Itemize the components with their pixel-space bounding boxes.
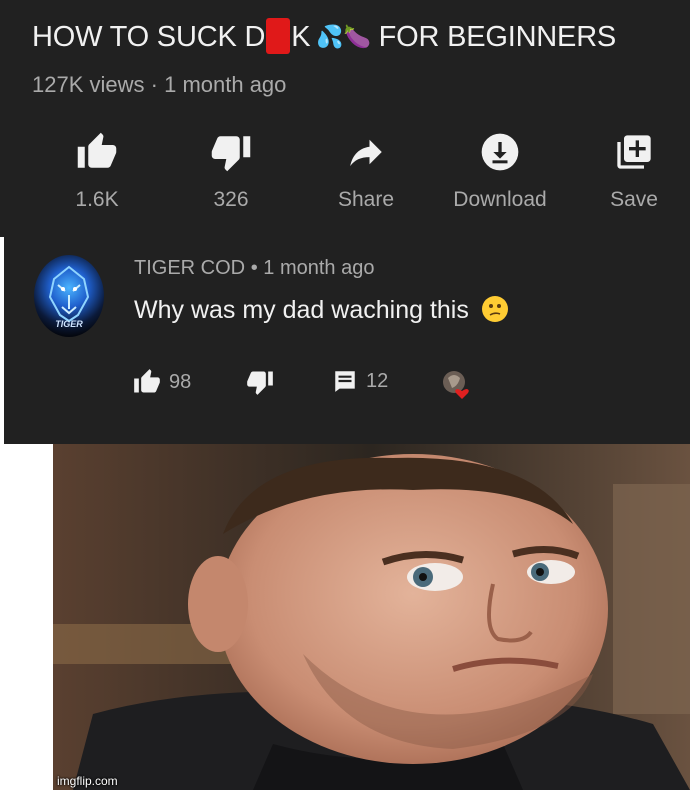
comment-like-count: 98 <box>169 370 192 393</box>
imgflip-watermark: imgflip.com <box>57 774 118 788</box>
title-emoji: 💦🍆 <box>316 24 371 49</box>
thumbs-down-icon <box>211 136 251 172</box>
reaction-photo: imgflip.com <box>53 444 690 790</box>
header-dot: • <box>250 257 258 279</box>
comment-dislike-button[interactable] <box>246 368 274 396</box>
creator-heart-icon <box>443 371 469 399</box>
comment-reply-count: 12 <box>366 369 389 392</box>
confused-face-emoji-icon <box>481 296 508 322</box>
download-button[interactable]: Download <box>440 128 560 212</box>
reply-comment-icon <box>335 371 355 392</box>
share-label: Share <box>337 188 395 211</box>
video-meta: 127K views · 1 month ago <box>32 72 286 98</box>
reaction-face-illustration <box>53 444 690 790</box>
commenter-avatar[interactable]: TIGER <box>34 255 104 337</box>
comment-age: 1 month ago <box>263 257 375 279</box>
comment-body: Why was my dad waching this <box>134 296 508 325</box>
title-text-mid: K <box>291 21 311 53</box>
like-count: 1.6K <box>75 188 119 211</box>
download-label: Download <box>453 188 547 211</box>
download-icon <box>481 133 519 171</box>
comment-text: Why was my dad waching this <box>134 296 469 324</box>
video-title: HOW TO SUCK D K 💦🍆 FOR BEGINNERS <box>32 18 616 54</box>
creator-heart <box>442 368 470 402</box>
save-label: Save <box>610 188 658 211</box>
censor-bar <box>266 18 291 54</box>
comment-like-button[interactable]: 98 <box>133 368 191 396</box>
upload-age: 1 month ago <box>164 72 287 97</box>
avatar-caption: TIGER <box>55 319 83 329</box>
comment-replies-button[interactable]: 12 <box>332 368 388 394</box>
thumbs-up-icon <box>134 369 160 393</box>
share-icon <box>350 139 382 166</box>
comment-header: TIGER COD • 1 month ago <box>134 257 374 280</box>
dislike-count: 326 <box>213 188 249 211</box>
meta-separator: · <box>150 72 158 97</box>
comment-author[interactable]: TIGER COD <box>134 257 245 279</box>
like-button[interactable]: 1.6K <box>37 128 157 212</box>
thumbs-up-icon <box>77 132 117 168</box>
title-text-start: HOW TO SUCK D <box>32 21 266 53</box>
dislike-button[interactable]: 326 <box>171 128 291 212</box>
add-to-playlist-icon <box>617 135 651 169</box>
view-count: 127K views <box>32 72 145 97</box>
thumbs-down-icon <box>247 371 273 395</box>
share-button[interactable]: Share <box>306 128 426 212</box>
title-text-end: FOR BEGINNERS <box>378 21 617 53</box>
save-button[interactable]: Save <box>574 128 690 212</box>
